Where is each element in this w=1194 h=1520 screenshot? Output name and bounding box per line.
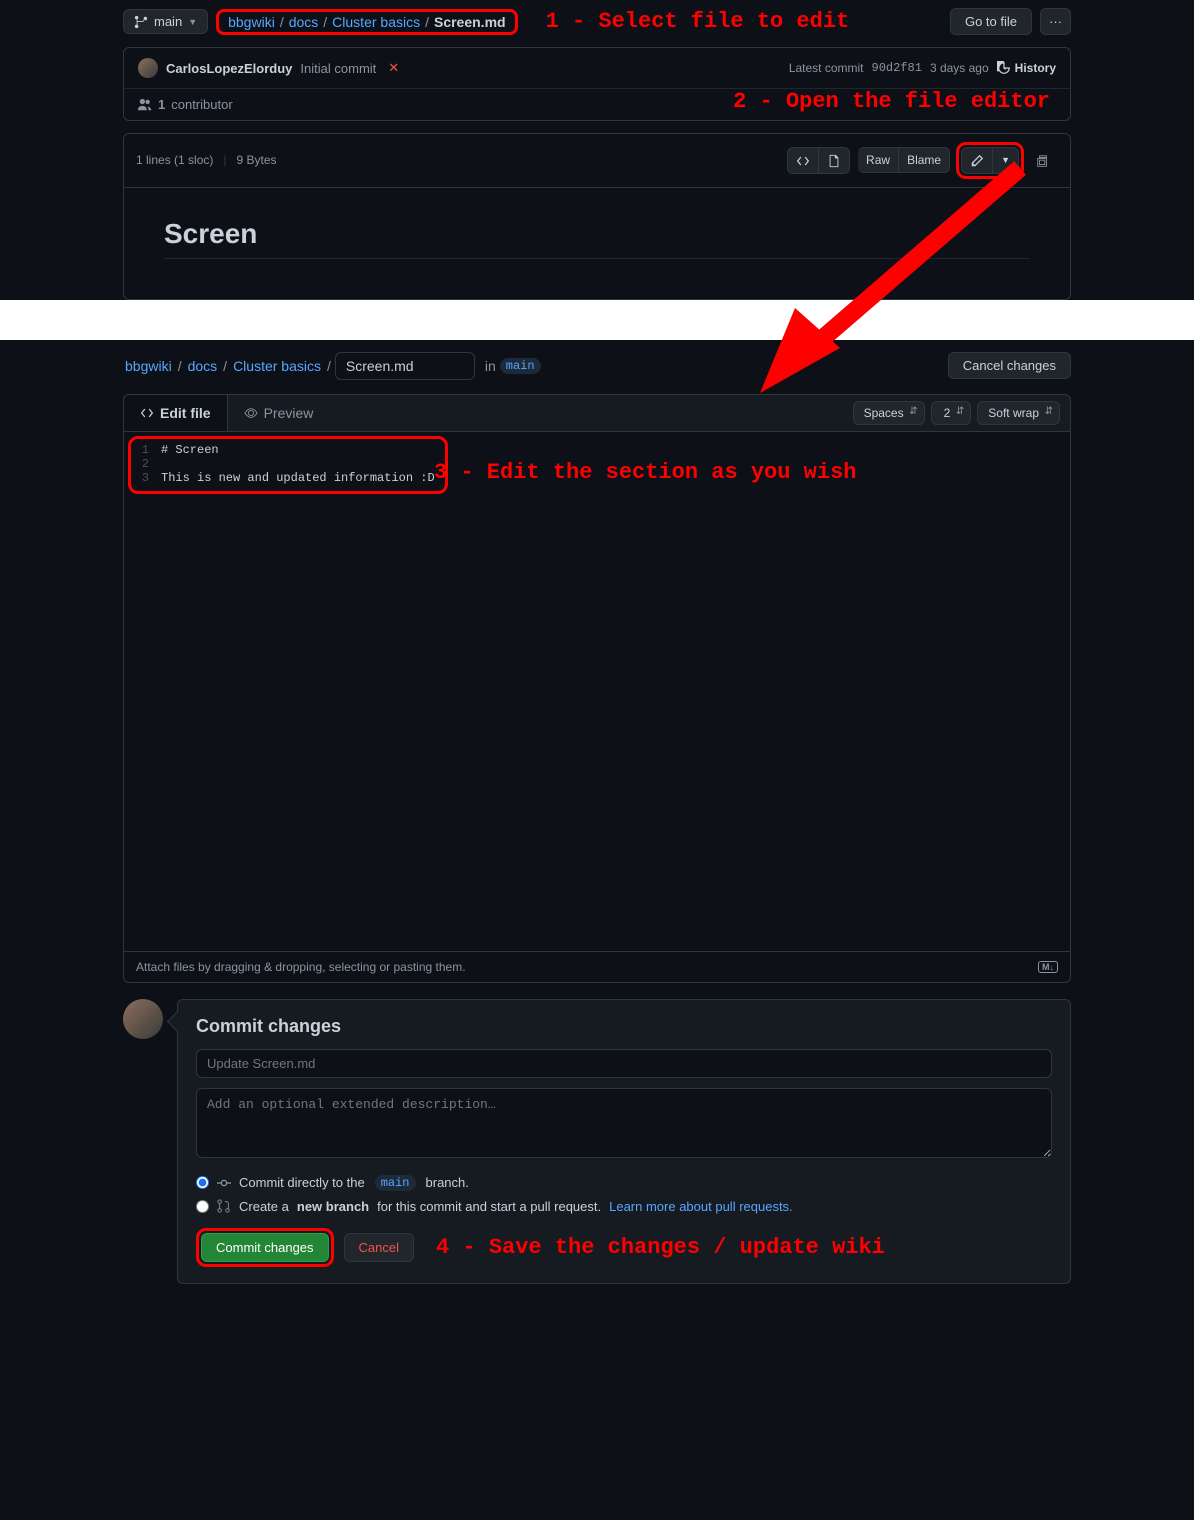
copy-button[interactable] xyxy=(1028,148,1058,173)
rendered-content: Screen xyxy=(123,188,1071,300)
commit-author[interactable]: CarlosLopezElorduy xyxy=(166,61,292,76)
breadcrumb: bbgwiki/ docs/ Cluster basics/ Screen.md xyxy=(216,9,517,35)
edit-file-button[interactable] xyxy=(961,147,993,174)
tab-edit-file[interactable]: Edit file xyxy=(124,395,228,431)
commit-age: 3 days ago xyxy=(930,61,989,75)
learn-more-link[interactable]: Learn more about pull requests. xyxy=(609,1199,793,1214)
contributors-row[interactable]: 1 contributor 2 - Open the file editor xyxy=(124,89,1070,120)
eye-icon xyxy=(244,406,258,420)
code-icon xyxy=(796,154,810,168)
raw-button[interactable]: Raw xyxy=(858,147,899,173)
commit-description-input[interactable] xyxy=(196,1088,1052,1158)
indent-mode-select[interactable]: Spaces xyxy=(853,401,925,425)
commit-branch-option[interactable]: Create a new branch for this commit and … xyxy=(196,1195,1052,1218)
file-info-bar: 1 lines (1 sloc) | 9 Bytes Raw Blame ▼ xyxy=(123,133,1071,188)
status-fail-icon[interactable]: ✕ xyxy=(388,60,399,76)
copy-icon xyxy=(1036,154,1050,168)
code-text: This is new and updated information :D xyxy=(161,471,435,485)
breadcrumb-docs[interactable]: docs xyxy=(286,14,322,30)
contributor-label: contributor xyxy=(171,97,232,112)
breadcrumb2-docs[interactable]: docs xyxy=(186,358,220,374)
branch-name: main xyxy=(154,14,182,29)
radio-branch[interactable] xyxy=(196,1200,209,1213)
branch-icon xyxy=(134,15,148,29)
radio-direct[interactable] xyxy=(196,1176,209,1189)
tab-preview[interactable]: Preview xyxy=(228,395,330,431)
latest-commit-row: CarlosLopezElorduy Initial commit ✕ Late… xyxy=(124,48,1070,89)
commit-message[interactable]: Initial commit xyxy=(300,61,376,76)
breadcrumb2-root[interactable]: bbgwiki xyxy=(123,358,174,374)
branch-selector[interactable]: main ▼ xyxy=(123,9,208,34)
code-icon xyxy=(140,406,154,420)
line-number: 2 xyxy=(131,457,161,471)
file-icon xyxy=(827,154,841,168)
file-lines: 1 lines (1 sloc) xyxy=(136,153,213,167)
indent-size-select[interactable]: 2 xyxy=(931,401,972,425)
view-source-button[interactable] xyxy=(787,147,819,174)
editor-breadcrumb: bbgwiki/ docs/ Cluster basics/ xyxy=(123,358,331,374)
commit-summary-input[interactable] xyxy=(196,1049,1052,1078)
commit-sha[interactable]: 90d2f81 xyxy=(872,61,922,75)
go-to-file-button[interactable]: Go to file xyxy=(950,8,1032,35)
history-icon xyxy=(997,61,1011,75)
code-editor[interactable]: 1# Screen 2 3This is new and updated inf… xyxy=(123,432,1071,952)
commit-changes-button[interactable]: Commit changes xyxy=(201,1233,329,1262)
breadcrumb-root[interactable]: bbgwiki xyxy=(225,14,278,30)
edit-dropdown-button[interactable]: ▼ xyxy=(993,147,1019,174)
in-label: in xyxy=(485,358,496,374)
wrap-mode-select[interactable]: Soft wrap xyxy=(977,401,1060,425)
chevron-down-icon: ▼ xyxy=(188,17,197,27)
contributor-count: 1 xyxy=(158,97,165,112)
markdown-icon[interactable]: M↓ xyxy=(1038,961,1058,973)
history-link[interactable]: History xyxy=(997,61,1056,75)
more-menu-button[interactable]: ··· xyxy=(1040,8,1071,35)
commit-title: Commit changes xyxy=(196,1016,1052,1037)
avatar[interactable] xyxy=(138,58,158,78)
view-rendered-button[interactable] xyxy=(819,147,850,174)
pull-request-icon xyxy=(217,1199,231,1213)
rendered-heading: Screen xyxy=(164,218,1030,259)
annotation-4: 4 - Save the changes / update wiki xyxy=(436,1235,885,1260)
people-icon xyxy=(138,98,152,112)
editor-tabs: Edit file Preview Spaces 2 Soft wrap xyxy=(123,394,1071,432)
file-bytes: 9 Bytes xyxy=(237,153,277,167)
commit-icon xyxy=(217,1176,231,1190)
commit-form: Commit changes Commit directly to the ma… xyxy=(177,999,1071,1284)
breadcrumb-file: Screen.md xyxy=(431,14,509,30)
code-text: # Screen xyxy=(161,443,219,457)
cancel-changes-button[interactable]: Cancel changes xyxy=(948,352,1071,379)
cancel-commit-button[interactable]: Cancel xyxy=(344,1233,414,1262)
commit-direct-option[interactable]: Commit directly to the main branch. xyxy=(196,1171,1052,1195)
filename-input[interactable] xyxy=(335,352,475,380)
annotation-3: 3 - Edit the section as you wish xyxy=(434,460,856,485)
breadcrumb-cluster[interactable]: Cluster basics xyxy=(329,14,423,30)
line-number: 1 xyxy=(131,443,161,457)
annotation-2: 2 - Open the file editor xyxy=(733,89,1050,114)
breadcrumb2-cluster[interactable]: Cluster basics xyxy=(231,358,323,374)
attach-hint[interactable]: Attach files by dragging & dropping, sel… xyxy=(123,952,1071,983)
branch-tag: main xyxy=(500,358,541,374)
latest-commit-label: Latest commit xyxy=(789,61,864,75)
pencil-icon xyxy=(970,154,984,168)
avatar xyxy=(123,999,163,1039)
annotation-1: 1 - Select file to edit xyxy=(546,9,850,34)
blame-button[interactable]: Blame xyxy=(899,147,950,173)
line-number: 3 xyxy=(131,471,161,485)
